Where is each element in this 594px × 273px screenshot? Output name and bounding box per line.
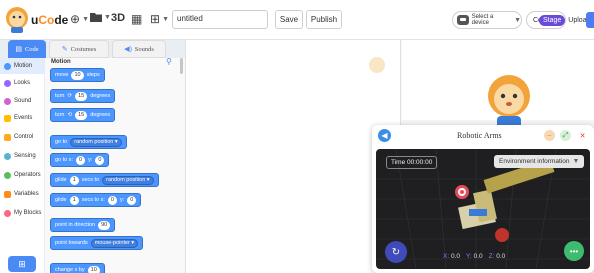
block-input[interactable]: 0 <box>107 195 117 205</box>
block-palette: Motion ⚲ move 10 steps turn ⟳ 15 degrees turn… <box>45 58 185 273</box>
tab-sounds[interactable]: ◀) Sounds <box>112 40 166 58</box>
tab-code[interactable]: ▤ Code <box>8 40 46 58</box>
folder-icon <box>90 13 102 22</box>
chevron-down-icon: ▼ <box>514 16 521 24</box>
block-input[interactable]: 10 <box>87 265 100 273</box>
block-dropdown[interactable]: mouse-pointer ▾ <box>90 238 139 248</box>
pin-icon[interactable]: ⚲ <box>166 58 172 66</box>
block-input[interactable]: 1 <box>69 175 79 185</box>
rotate-right-icon: ⟳ <box>67 93 73 99</box>
refresh-icon[interactable]: ↻ <box>385 241 407 263</box>
category-my-blocks[interactable]: My Blocks <box>0 205 45 221</box>
publish-button[interactable]: Publish <box>306 10 342 29</box>
minimize-icon[interactable]: – <box>544 130 555 141</box>
project-title-input[interactable]: untitled <box>172 10 268 29</box>
palette-scrollbar[interactable] <box>180 58 183 74</box>
globe-icon: ⊕ <box>70 12 81 26</box>
add-extension-button[interactable]: ⊞ <box>8 256 36 272</box>
language-menu[interactable]: ⊕ ▼ <box>70 12 89 26</box>
sound-icon <box>4 97 11 105</box>
block-go-to-xy[interactable]: go to x: 0 y: 0 <box>50 153 110 167</box>
block-input[interactable]: 10 <box>71 70 84 80</box>
file-menu[interactable]: ▼ <box>90 12 111 22</box>
environment-info-dropdown[interactable]: Environment information ▼ <box>494 155 585 168</box>
logo-mascot-icon <box>6 7 28 33</box>
block-go-to[interactable]: go to random position ▾ <box>50 135 127 149</box>
save-button[interactable]: Save <box>275 10 303 29</box>
block-glide-to[interactable]: glide 1 secs to random position ▾ <box>50 173 159 187</box>
my-blocks-icon <box>4 209 11 217</box>
category-control[interactable]: Control <box>0 129 45 145</box>
app-logo-text: uCode <box>31 13 69 27</box>
control-icon <box>4 133 11 141</box>
apps-icon: ⊞ <box>150 12 161 26</box>
block-input[interactable]: 0 <box>127 195 137 205</box>
coordinate-readout: X: 0.0 Y: 0.0 Z: 0.0 <box>443 253 506 260</box>
mascot-sprite-icon <box>488 75 530 130</box>
category-sound[interactable]: Sound <box>0 93 45 109</box>
speaker-icon: ◀) <box>124 45 132 53</box>
simulation-view[interactable]: Time 00:00:00 Environment information ▼ ↻… <box>376 149 590 269</box>
view-3d-button[interactable]: 3D <box>111 12 125 24</box>
select-device-dropdown[interactable]: Select a device ▼ <box>452 11 522 29</box>
block-dropdown[interactable]: random position ▾ <box>102 175 154 185</box>
category-variables[interactable]: Variables <box>0 186 45 202</box>
block-change-x[interactable]: change x by 10 <box>50 263 105 273</box>
chevron-down-icon: ▼ <box>82 15 89 23</box>
category-events[interactable]: Events <box>0 110 45 126</box>
block-input[interactable]: 0 <box>76 155 86 165</box>
block-glide-xy[interactable]: glide 1 secs to x: 0 y: 0 <box>50 193 142 207</box>
code-workspace[interactable] <box>186 40 400 273</box>
block-input[interactable]: 90 <box>98 220 111 230</box>
device-label: Select a device <box>471 14 494 26</box>
block-turn-right[interactable]: turn ⟳ 15 degrees <box>50 89 116 103</box>
block-turn-left[interactable]: turn ⟲ 15 degrees <box>50 108 116 122</box>
block-move-steps[interactable]: move 10 steps <box>50 68 105 82</box>
block-input[interactable]: 0 <box>95 155 105 165</box>
looks-icon <box>4 79 11 87</box>
sprite-thumbnail-icon <box>369 57 385 73</box>
block-point-direction[interactable]: point in direction 90 <box>50 218 116 232</box>
panel-title: Robotic Arms <box>457 131 502 140</box>
category-operators[interactable]: Operators <box>0 167 45 183</box>
block-input[interactable]: 15 <box>75 91 88 101</box>
chevron-down-icon: ▼ <box>104 13 111 21</box>
device-grid-button[interactable]: ▦ <box>131 12 142 26</box>
editor-tabs: ▤ Code ✎ Costumes ◀) Sounds <box>0 40 185 58</box>
more-options-icon[interactable]: ••• <box>564 241 584 261</box>
extensions-menu[interactable]: ⊞ ▼ <box>150 12 169 26</box>
palette-header: Motion <box>51 59 71 65</box>
category-motion[interactable]: Motion <box>0 58 45 74</box>
close-icon[interactable]: ✕ <box>577 130 588 141</box>
chevron-down-icon: ▼ <box>572 158 580 165</box>
category-looks[interactable]: Looks <box>0 75 45 91</box>
category-list: Motion Looks Sound Events Control Sensin… <box>0 58 45 273</box>
category-sensing[interactable]: Sensing <box>0 148 45 164</box>
block-point-towards[interactable]: point towards mouse-pointer ▾ <box>50 236 144 250</box>
account-icon[interactable] <box>586 12 594 28</box>
block-dropdown[interactable]: random position ▾ <box>70 137 122 147</box>
stage-mode-option[interactable]: Stage <box>539 14 566 26</box>
block-input[interactable]: 1 <box>69 195 79 205</box>
code-icon: ▤ <box>15 45 22 53</box>
block-input[interactable]: 15 <box>75 110 88 120</box>
robotic-arms-panel: ◀ Robotic Arms – ⤢ ✕ Time 00:00:00 Envir… <box>372 125 594 273</box>
add-extension-icon: ⊞ <box>18 258 26 269</box>
grid-icon: ▦ <box>131 12 143 26</box>
operators-icon <box>4 171 11 179</box>
time-display: Time 00:00:00 <box>386 156 438 169</box>
chevron-down-icon: ▼ <box>162 15 169 23</box>
robot-icon <box>457 15 469 25</box>
panel-header: ◀ Robotic Arms – ⤢ ✕ <box>372 125 594 147</box>
motion-icon <box>4 62 11 70</box>
tab-costumes[interactable]: ✎ Costumes <box>49 40 109 58</box>
variables-icon <box>4 190 11 198</box>
back-arrow-icon[interactable]: ◀ <box>378 129 391 142</box>
brush-icon: ✎ <box>61 45 68 53</box>
expand-icon[interactable]: ⤢ <box>560 130 571 141</box>
rotate-left-icon: ⟲ <box>67 112 73 118</box>
events-icon <box>4 114 11 122</box>
top-toolbar: uCode ⊕ ▼ ▼ 3D ▦ ⊞ ▼ untitled Save Publish… <box>0 0 594 40</box>
sensing-icon <box>4 152 11 160</box>
